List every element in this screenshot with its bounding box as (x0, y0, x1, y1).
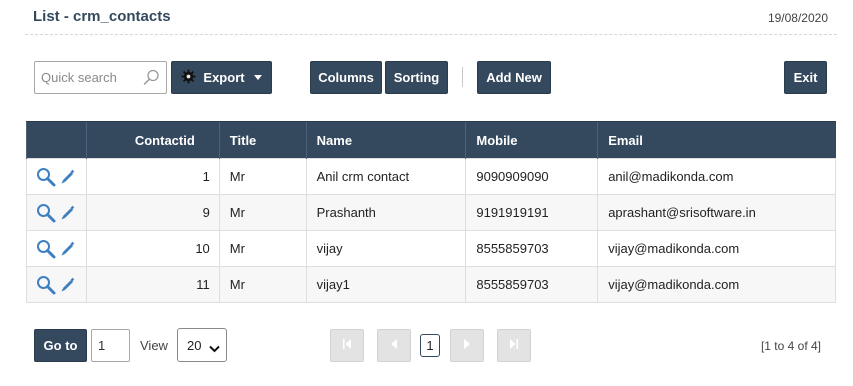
record-range: [1 to 4 of 4] (760, 339, 821, 353)
sorting-button[interactable]: Sorting (385, 61, 448, 94)
row-actions (26, 230, 87, 267)
toolbar-separator (462, 67, 463, 87)
quick-search-box (34, 61, 167, 94)
previous-page-icon (388, 337, 400, 355)
cell-mobile: 9090909090 (465, 158, 599, 195)
next-page-icon (461, 337, 473, 355)
search-icon[interactable] (36, 167, 56, 186)
cell-contactid: 1 (85, 158, 220, 195)
exit-button[interactable]: Exit (784, 61, 827, 94)
row-actions (26, 266, 87, 303)
header-divider (25, 34, 837, 35)
export-label: Export (203, 70, 245, 85)
caret-down-icon (253, 75, 262, 80)
go-to-button[interactable]: Go to (34, 329, 87, 362)
cell-mobile: 9191919191 (465, 194, 599, 231)
column-header-name[interactable]: Name (305, 121, 466, 159)
edit-pencil-icon[interactable] (60, 240, 76, 255)
page-title: List - crm_contacts (33, 8, 171, 25)
cell-email: vijay@madikonda.com (597, 230, 836, 267)
edit-pencil-icon[interactable] (60, 204, 76, 219)
page-size-select[interactable]: 20 (177, 328, 227, 362)
view-label: View (140, 338, 168, 353)
gear-icon (181, 68, 196, 87)
search-icon[interactable] (36, 239, 56, 258)
cell-email: anil@madikonda.com (597, 158, 836, 195)
edit-pencil-icon[interactable] (60, 168, 76, 183)
table-row[interactable]: 10 Mr vijay 8555859703 vijay@madikonda.com (26, 230, 836, 267)
cell-title: Mr (218, 266, 307, 303)
cell-contactid: 10 (85, 230, 220, 267)
first-page-icon (341, 337, 353, 355)
current-page-number[interactable]: 1 (420, 334, 440, 357)
export-button[interactable]: Export (171, 61, 272, 94)
column-header-email[interactable]: Email (597, 121, 836, 159)
row-actions (26, 194, 87, 231)
cell-email: vijay@madikonda.com (597, 266, 836, 303)
table-header-row: Contactid Title Name Mobile Email (26, 121, 836, 159)
actions-column-header (26, 121, 87, 159)
table-row[interactable]: 1 Mr Anil crm contact 9090909090 anil@madiko… (26, 158, 836, 195)
go-to-page-input[interactable] (91, 329, 130, 362)
search-icon[interactable] (36, 203, 56, 222)
first-page-button[interactable] (330, 329, 364, 362)
column-header-contactid[interactable]: Contactid (85, 121, 220, 159)
table-row[interactable]: 11 Mr vijay1 8555859703 vijay@madikonda.com (26, 266, 836, 303)
table-row[interactable]: 9 Mr Prashanth 9191919191 aprashant@srisoftw… (26, 194, 836, 231)
cell-name: vijay1 (305, 266, 467, 303)
cell-mobile: 8555859703 (465, 230, 599, 267)
column-header-title[interactable]: Title (218, 121, 307, 159)
cell-name: vijay (305, 230, 467, 267)
search-icon[interactable] (36, 275, 56, 294)
previous-page-button[interactable] (377, 329, 411, 362)
page-date: 19/08/2020 (767, 11, 828, 25)
add-new-button[interactable]: Add New (477, 61, 551, 94)
column-header-mobile[interactable]: Mobile (465, 121, 598, 159)
cell-title: Mr (218, 158, 307, 195)
search-icon[interactable] (143, 69, 160, 86)
last-page-button[interactable] (497, 329, 531, 362)
columns-button[interactable]: Columns (310, 61, 382, 94)
cell-name: Prashanth (305, 194, 467, 231)
contacts-table: Contactid Title Name Mobile Email 1 Mr Ani… (26, 121, 836, 303)
cell-title: Mr (218, 230, 307, 267)
row-actions (26, 158, 87, 195)
cell-mobile: 8555859703 (465, 266, 599, 303)
cell-contactid: 11 (85, 266, 220, 303)
page-size-value: 20 (187, 337, 202, 353)
cell-title: Mr (218, 194, 307, 231)
cell-contactid: 9 (85, 194, 220, 231)
next-page-button[interactable] (450, 329, 484, 362)
chevron-down-icon (209, 341, 220, 356)
cell-email: aprashant@srisoftware.in (597, 194, 836, 231)
last-page-icon (508, 337, 520, 355)
edit-pencil-icon[interactable] (60, 276, 76, 291)
quick-search-input[interactable] (35, 62, 139, 93)
cell-name: Anil crm contact (305, 158, 467, 195)
